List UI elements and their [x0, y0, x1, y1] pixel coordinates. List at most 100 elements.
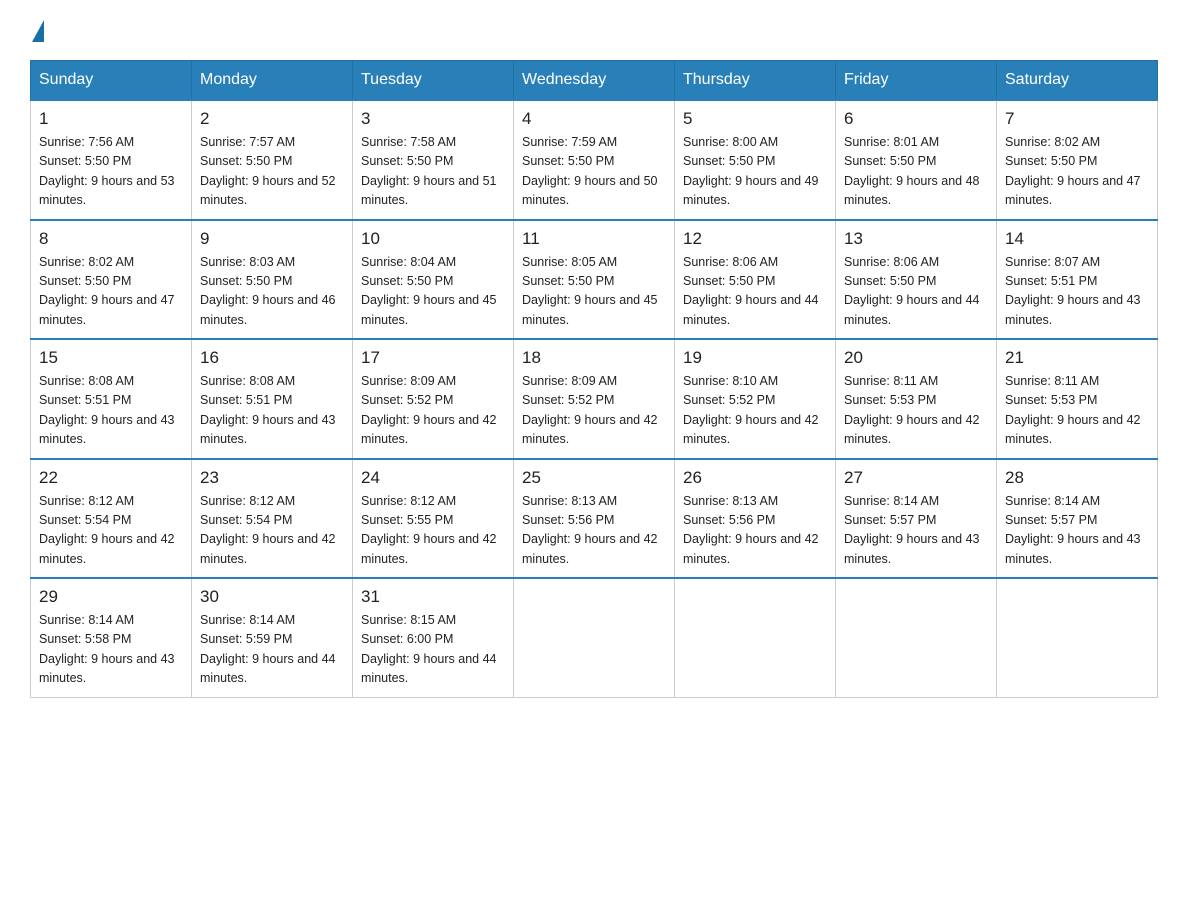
- day-info: Sunrise: 7:58 AMSunset: 5:50 PMDaylight:…: [361, 133, 505, 211]
- calendar-cell: 3 Sunrise: 7:58 AMSunset: 5:50 PMDayligh…: [353, 100, 514, 220]
- day-number: 20: [844, 348, 988, 368]
- calendar-cell: 8 Sunrise: 8:02 AMSunset: 5:50 PMDayligh…: [31, 220, 192, 340]
- day-number: 7: [1005, 109, 1149, 129]
- calendar-table: SundayMondayTuesdayWednesdayThursdayFrid…: [30, 60, 1158, 698]
- day-number: 6: [844, 109, 988, 129]
- calendar-cell: 5 Sunrise: 8:00 AMSunset: 5:50 PMDayligh…: [675, 100, 836, 220]
- weekday-header-tuesday: Tuesday: [353, 61, 514, 101]
- day-number: 9: [200, 229, 344, 249]
- page-header: [30, 20, 1158, 40]
- calendar-cell: [836, 578, 997, 697]
- day-info: Sunrise: 8:15 AMSunset: 6:00 PMDaylight:…: [361, 611, 505, 689]
- day-number: 4: [522, 109, 666, 129]
- day-info: Sunrise: 8:03 AMSunset: 5:50 PMDaylight:…: [200, 253, 344, 331]
- calendar-cell: 17 Sunrise: 8:09 AMSunset: 5:52 PMDaylig…: [353, 339, 514, 459]
- calendar-cell: 20 Sunrise: 8:11 AMSunset: 5:53 PMDaylig…: [836, 339, 997, 459]
- day-number: 27: [844, 468, 988, 488]
- day-info: Sunrise: 8:02 AMSunset: 5:50 PMDaylight:…: [1005, 133, 1149, 211]
- day-number: 30: [200, 587, 344, 607]
- day-info: Sunrise: 8:00 AMSunset: 5:50 PMDaylight:…: [683, 133, 827, 211]
- calendar-cell: 9 Sunrise: 8:03 AMSunset: 5:50 PMDayligh…: [192, 220, 353, 340]
- calendar-cell: 19 Sunrise: 8:10 AMSunset: 5:52 PMDaylig…: [675, 339, 836, 459]
- day-number: 16: [200, 348, 344, 368]
- day-number: 15: [39, 348, 183, 368]
- calendar-cell: 15 Sunrise: 8:08 AMSunset: 5:51 PMDaylig…: [31, 339, 192, 459]
- calendar-cell: 31 Sunrise: 8:15 AMSunset: 6:00 PMDaylig…: [353, 578, 514, 697]
- weekday-header-monday: Monday: [192, 61, 353, 101]
- day-info: Sunrise: 8:12 AMSunset: 5:55 PMDaylight:…: [361, 492, 505, 570]
- day-number: 26: [683, 468, 827, 488]
- day-info: Sunrise: 8:14 AMSunset: 5:58 PMDaylight:…: [39, 611, 183, 689]
- day-info: Sunrise: 8:01 AMSunset: 5:50 PMDaylight:…: [844, 133, 988, 211]
- calendar-cell: 29 Sunrise: 8:14 AMSunset: 5:58 PMDaylig…: [31, 578, 192, 697]
- calendar-cell: 10 Sunrise: 8:04 AMSunset: 5:50 PMDaylig…: [353, 220, 514, 340]
- calendar-cell: 14 Sunrise: 8:07 AMSunset: 5:51 PMDaylig…: [997, 220, 1158, 340]
- day-info: Sunrise: 8:02 AMSunset: 5:50 PMDaylight:…: [39, 253, 183, 331]
- day-info: Sunrise: 8:08 AMSunset: 5:51 PMDaylight:…: [200, 372, 344, 450]
- day-info: Sunrise: 8:14 AMSunset: 5:57 PMDaylight:…: [1005, 492, 1149, 570]
- calendar-cell: [514, 578, 675, 697]
- day-number: 18: [522, 348, 666, 368]
- day-number: 2: [200, 109, 344, 129]
- calendar-cell: 26 Sunrise: 8:13 AMSunset: 5:56 PMDaylig…: [675, 459, 836, 579]
- day-info: Sunrise: 8:08 AMSunset: 5:51 PMDaylight:…: [39, 372, 183, 450]
- day-number: 24: [361, 468, 505, 488]
- day-number: 3: [361, 109, 505, 129]
- day-number: 21: [1005, 348, 1149, 368]
- day-number: 5: [683, 109, 827, 129]
- calendar-cell: 1 Sunrise: 7:56 AMSunset: 5:50 PMDayligh…: [31, 100, 192, 220]
- calendar-cell: 4 Sunrise: 7:59 AMSunset: 5:50 PMDayligh…: [514, 100, 675, 220]
- day-number: 31: [361, 587, 505, 607]
- day-info: Sunrise: 8:06 AMSunset: 5:50 PMDaylight:…: [844, 253, 988, 331]
- day-info: Sunrise: 8:12 AMSunset: 5:54 PMDaylight:…: [200, 492, 344, 570]
- calendar-cell: 28 Sunrise: 8:14 AMSunset: 5:57 PMDaylig…: [997, 459, 1158, 579]
- calendar-cell: 13 Sunrise: 8:06 AMSunset: 5:50 PMDaylig…: [836, 220, 997, 340]
- calendar-cell: [675, 578, 836, 697]
- calendar-cell: 27 Sunrise: 8:14 AMSunset: 5:57 PMDaylig…: [836, 459, 997, 579]
- day-info: Sunrise: 7:57 AMSunset: 5:50 PMDaylight:…: [200, 133, 344, 211]
- day-info: Sunrise: 8:14 AMSunset: 5:59 PMDaylight:…: [200, 611, 344, 689]
- calendar-cell: 18 Sunrise: 8:09 AMSunset: 5:52 PMDaylig…: [514, 339, 675, 459]
- day-info: Sunrise: 7:59 AMSunset: 5:50 PMDaylight:…: [522, 133, 666, 211]
- day-number: 28: [1005, 468, 1149, 488]
- calendar-cell: 30 Sunrise: 8:14 AMSunset: 5:59 PMDaylig…: [192, 578, 353, 697]
- day-info: Sunrise: 8:13 AMSunset: 5:56 PMDaylight:…: [522, 492, 666, 570]
- calendar-cell: 11 Sunrise: 8:05 AMSunset: 5:50 PMDaylig…: [514, 220, 675, 340]
- day-info: Sunrise: 8:06 AMSunset: 5:50 PMDaylight:…: [683, 253, 827, 331]
- weekday-header-saturday: Saturday: [997, 61, 1158, 101]
- day-info: Sunrise: 8:09 AMSunset: 5:52 PMDaylight:…: [522, 372, 666, 450]
- day-number: 29: [39, 587, 183, 607]
- weekday-header-sunday: Sunday: [31, 61, 192, 101]
- day-number: 17: [361, 348, 505, 368]
- day-number: 1: [39, 109, 183, 129]
- day-number: 11: [522, 229, 666, 249]
- day-info: Sunrise: 8:04 AMSunset: 5:50 PMDaylight:…: [361, 253, 505, 331]
- day-info: Sunrise: 7:56 AMSunset: 5:50 PMDaylight:…: [39, 133, 183, 211]
- calendar-cell: 24 Sunrise: 8:12 AMSunset: 5:55 PMDaylig…: [353, 459, 514, 579]
- day-number: 10: [361, 229, 505, 249]
- day-info: Sunrise: 8:11 AMSunset: 5:53 PMDaylight:…: [844, 372, 988, 450]
- calendar-cell: 6 Sunrise: 8:01 AMSunset: 5:50 PMDayligh…: [836, 100, 997, 220]
- day-info: Sunrise: 8:05 AMSunset: 5:50 PMDaylight:…: [522, 253, 666, 331]
- day-number: 13: [844, 229, 988, 249]
- day-number: 14: [1005, 229, 1149, 249]
- calendar-cell: 7 Sunrise: 8:02 AMSunset: 5:50 PMDayligh…: [997, 100, 1158, 220]
- calendar-cell: 22 Sunrise: 8:12 AMSunset: 5:54 PMDaylig…: [31, 459, 192, 579]
- day-info: Sunrise: 8:07 AMSunset: 5:51 PMDaylight:…: [1005, 253, 1149, 331]
- day-info: Sunrise: 8:12 AMSunset: 5:54 PMDaylight:…: [39, 492, 183, 570]
- day-number: 25: [522, 468, 666, 488]
- calendar-cell: 25 Sunrise: 8:13 AMSunset: 5:56 PMDaylig…: [514, 459, 675, 579]
- day-info: Sunrise: 8:11 AMSunset: 5:53 PMDaylight:…: [1005, 372, 1149, 450]
- day-number: 8: [39, 229, 183, 249]
- day-info: Sunrise: 8:10 AMSunset: 5:52 PMDaylight:…: [683, 372, 827, 450]
- calendar-cell: [997, 578, 1158, 697]
- logo-triangle-icon: [32, 20, 44, 42]
- day-info: Sunrise: 8:13 AMSunset: 5:56 PMDaylight:…: [683, 492, 827, 570]
- day-number: 12: [683, 229, 827, 249]
- calendar-cell: 23 Sunrise: 8:12 AMSunset: 5:54 PMDaylig…: [192, 459, 353, 579]
- day-number: 19: [683, 348, 827, 368]
- day-info: Sunrise: 8:14 AMSunset: 5:57 PMDaylight:…: [844, 492, 988, 570]
- calendar-cell: 2 Sunrise: 7:57 AMSunset: 5:50 PMDayligh…: [192, 100, 353, 220]
- day-number: 23: [200, 468, 344, 488]
- calendar-cell: 16 Sunrise: 8:08 AMSunset: 5:51 PMDaylig…: [192, 339, 353, 459]
